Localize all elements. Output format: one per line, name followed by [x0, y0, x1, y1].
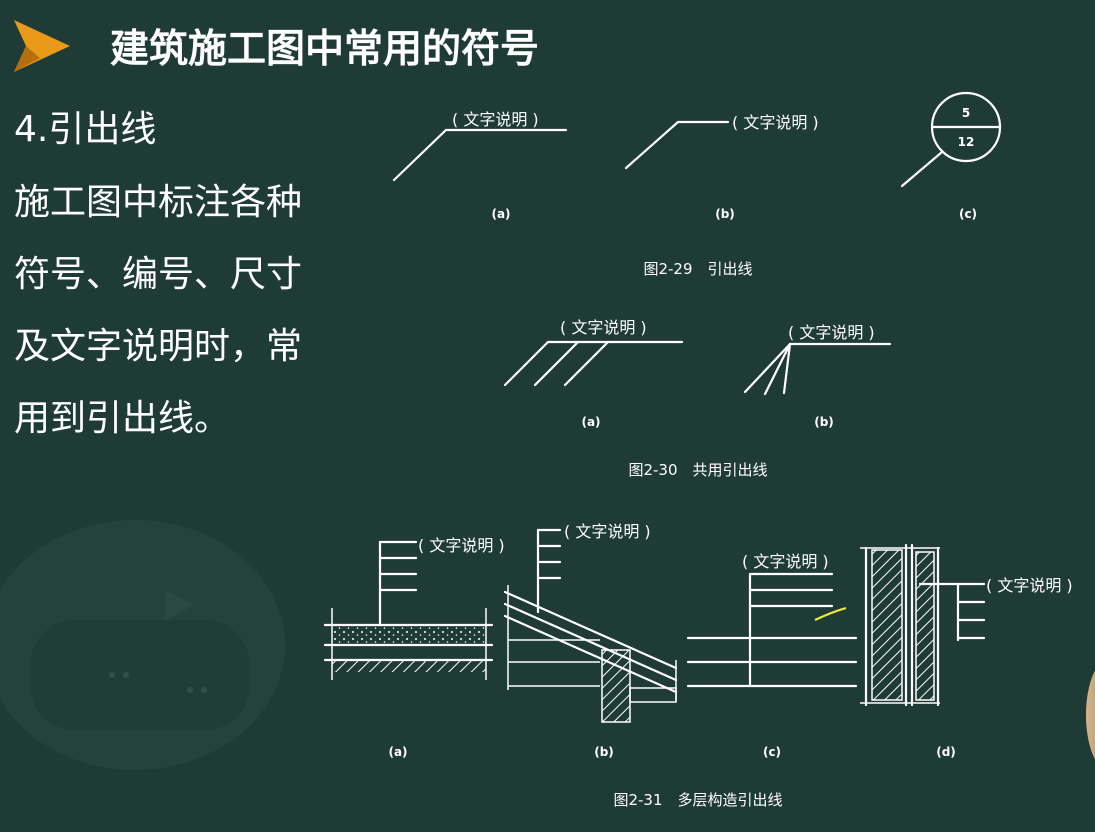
figure-tag: (b) [715, 207, 735, 221]
figure-tag: (b) [814, 415, 834, 429]
figure-caption: 图2-31 多层构造引出线 [613, 791, 782, 809]
body-line: 符号、编号、尺寸 [14, 254, 302, 295]
index-numerator: 5 [962, 106, 970, 120]
figure-tag: (a) [388, 745, 407, 759]
note-label: ( 文字说明 ) [560, 318, 647, 337]
figure-tag: (a) [491, 207, 510, 221]
note-label: ( 文字说明 ) [452, 110, 539, 129]
figure-caption: 图2-30 共用引出线 [628, 461, 767, 479]
note-label: ( 文字说明 ) [564, 522, 651, 541]
note-label: ( 文字说明 ) [986, 576, 1073, 595]
figure-tag: (b) [594, 745, 614, 759]
body-line: 及文字说明时，常 [14, 326, 302, 367]
body-line: 4.引出线 [14, 109, 156, 150]
figure-caption: 图2-29 引出线 [643, 260, 752, 278]
figure-tag: (c) [959, 207, 977, 221]
body-line: 用到引出线。 [14, 398, 230, 439]
note-label: ( 文字说明 ) [742, 552, 829, 571]
note-label: ( 文字说明 ) [788, 323, 875, 342]
slide-title: 建筑施工图中常用的符号 [110, 27, 539, 72]
index-denominator: 12 [958, 135, 975, 149]
figure-tag: (d) [936, 745, 956, 759]
note-label: ( 文字说明 ) [732, 113, 819, 132]
figure-tag: (a) [581, 415, 600, 429]
note-label: ( 文字说明 ) [418, 536, 505, 555]
figure-tag: (c) [763, 745, 781, 759]
slide-canvas: 建筑施工图中常用的符号 4.引出线 施工图中标注各种 符号、编号、尺寸 及文字说… [0, 0, 1095, 832]
body-line: 施工图中标注各种 [14, 182, 302, 223]
